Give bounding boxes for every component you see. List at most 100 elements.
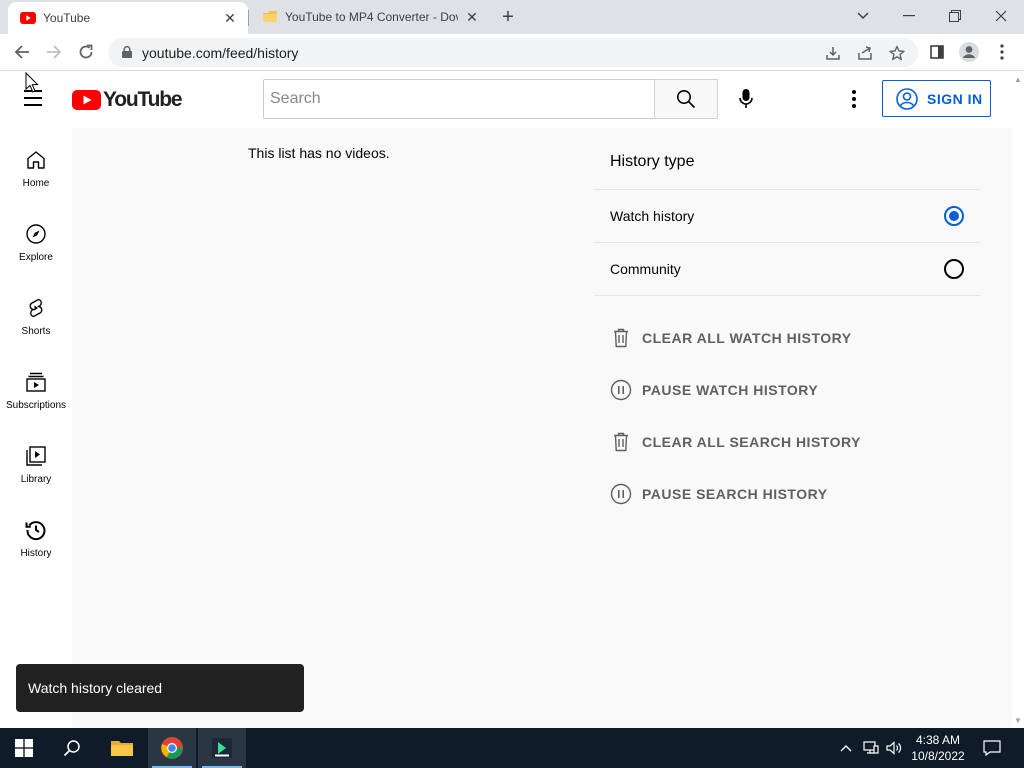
taskbar-search-button[interactable] [48,728,96,768]
youtube-header: YouTube SIGN IN [0,72,1012,128]
notification-center-icon[interactable] [980,728,1004,768]
back-arrow-icon[interactable] [10,40,34,64]
guide-item-label: Explore [19,252,53,263]
guide-item-label: Library [20,474,52,485]
guide-item-history[interactable]: History [0,498,72,568]
folder-favicon-icon [262,9,278,25]
option-watch-history[interactable]: Watch history [594,189,980,242]
home-icon [27,151,45,169]
subscriptions-icon [26,372,46,392]
search-box[interactable] [263,79,655,119]
history-type-title: History type [610,153,695,170]
tab-search-icon[interactable] [840,0,886,32]
youtube-favicon-icon [20,10,36,26]
clock-time: 4:38 AM [915,733,961,747]
reload-icon[interactable] [74,40,98,64]
history-type-panel: History type Watch history Community CLE… [566,128,1012,728]
community-radio[interactable] [944,259,964,279]
browser-toolbar: youtube.com/feed/history [0,34,1024,71]
guide-item-library[interactable]: Library [0,424,72,494]
close-tab-icon[interactable]: ✕ [222,10,238,26]
guide-item-shorts[interactable]: Shorts [0,276,72,346]
compass-icon [26,224,46,244]
app-taskbar-button[interactable] [198,728,246,768]
address-bar[interactable]: youtube.com/feed/history [108,38,918,67]
tab-youtube[interactable]: YouTube ✕ [8,2,248,34]
youtube-play-logo-icon [72,90,101,110]
sign-in-label: SIGN IN [927,90,983,107]
tab-title: YouTube to MP4 Converter - Dov [285,10,458,24]
file-explorer-button[interactable] [98,728,146,768]
clear-watch-history-button[interactable]: CLEAR ALL WATCH HISTORY [610,326,852,350]
trash-icon [610,327,632,349]
folder-icon [111,741,133,756]
side-panel-icon[interactable] [927,42,947,62]
voice-search-button[interactable] [728,81,764,117]
bookmark-star-icon[interactable] [889,45,905,61]
scroll-up-arrow-icon[interactable]: ▲ [1014,75,1022,84]
pause-search-history-button[interactable]: PAUSE SEARCH HISTORY [610,482,828,506]
install-app-icon[interactable] [825,45,841,61]
app-icon [212,738,232,758]
guide-item-home[interactable]: Home [0,128,72,198]
history-icon [25,521,46,541]
search-input[interactable] [264,80,655,118]
pause-icon [610,483,632,505]
guide-item-subscriptions[interactable]: Subscriptions [0,350,72,420]
guide-item-label: Home [22,178,50,189]
close-tab-icon[interactable]: ✕ [464,9,480,25]
action-label: PAUSE SEARCH HISTORY [642,486,828,502]
option-label: Watch history [610,208,695,224]
youtube-logo[interactable]: YouTube [72,88,183,112]
option-community[interactable]: Community [594,242,980,295]
forward-arrow-icon[interactable] [42,40,66,64]
search-icon [63,740,80,757]
restore-icon[interactable] [932,0,978,32]
start-button[interactable] [0,728,48,768]
toast-notification: Watch history cleared [16,664,304,712]
trash-icon [610,431,632,453]
guide-item-explore[interactable]: Explore [0,202,72,272]
tab-mp4-converter[interactable]: YouTube to MP4 Converter - Dov ✕ [250,0,490,34]
clock-date: 10/8/2022 [911,749,965,763]
url-text: youtube.com/feed/history [142,45,299,61]
settings-more-icon[interactable] [842,87,866,111]
lock-icon [122,45,132,58]
guide-item-label: Subscriptions [5,400,67,411]
browser-tab-strip: YouTube ✕ YouTube to MP4 Converter - Dov… [0,0,1024,34]
windows-logo-icon [15,739,33,757]
library-icon [26,446,46,466]
close-window-icon[interactable] [978,0,1024,32]
profile-avatar-icon[interactable] [959,42,979,62]
account-circle-icon [896,87,918,110]
network-icon[interactable] [861,728,881,768]
action-label: CLEAR ALL WATCH HISTORY [642,330,852,346]
taskbar-clock[interactable]: 4:38 AM 10/8/2022 [906,732,970,764]
show-hidden-icons-chevron-icon[interactable] [838,728,854,768]
scroll-down-arrow-icon[interactable]: ▼ [1014,716,1022,725]
chrome-icon [161,737,183,759]
share-icon[interactable] [857,45,873,61]
action-label: PAUSE WATCH HISTORY [642,382,819,398]
shorts-icon [29,298,43,318]
logo-wordmark: YouTube [103,88,183,111]
browser-menu-icon[interactable] [992,42,1012,62]
search-icon [677,90,696,109]
page-scrollbar[interactable]: ▲ ▼ [1012,72,1024,728]
minimize-icon[interactable] [886,0,932,32]
option-label: Community [610,261,681,277]
pause-watch-history-button[interactable]: PAUSE WATCH HISTORY [610,378,818,402]
windows-taskbar: 4:38 AM 10/8/2022 [0,728,1024,768]
tab-title: YouTube [43,11,91,25]
sign-in-button[interactable]: SIGN IN [882,80,991,117]
volume-icon[interactable] [884,728,904,768]
empty-list-message: This list has no videos. [248,145,390,161]
clear-search-history-button[interactable]: CLEAR ALL SEARCH HISTORY [610,430,861,454]
chrome-taskbar-button[interactable] [148,728,196,768]
search-button[interactable] [654,79,718,119]
watch-history-radio[interactable] [944,206,964,226]
mouse-cursor-icon [25,72,39,93]
new-tab-button[interactable]: + [498,7,518,27]
action-label: CLEAR ALL SEARCH HISTORY [642,434,861,450]
tab-separator [248,10,249,26]
